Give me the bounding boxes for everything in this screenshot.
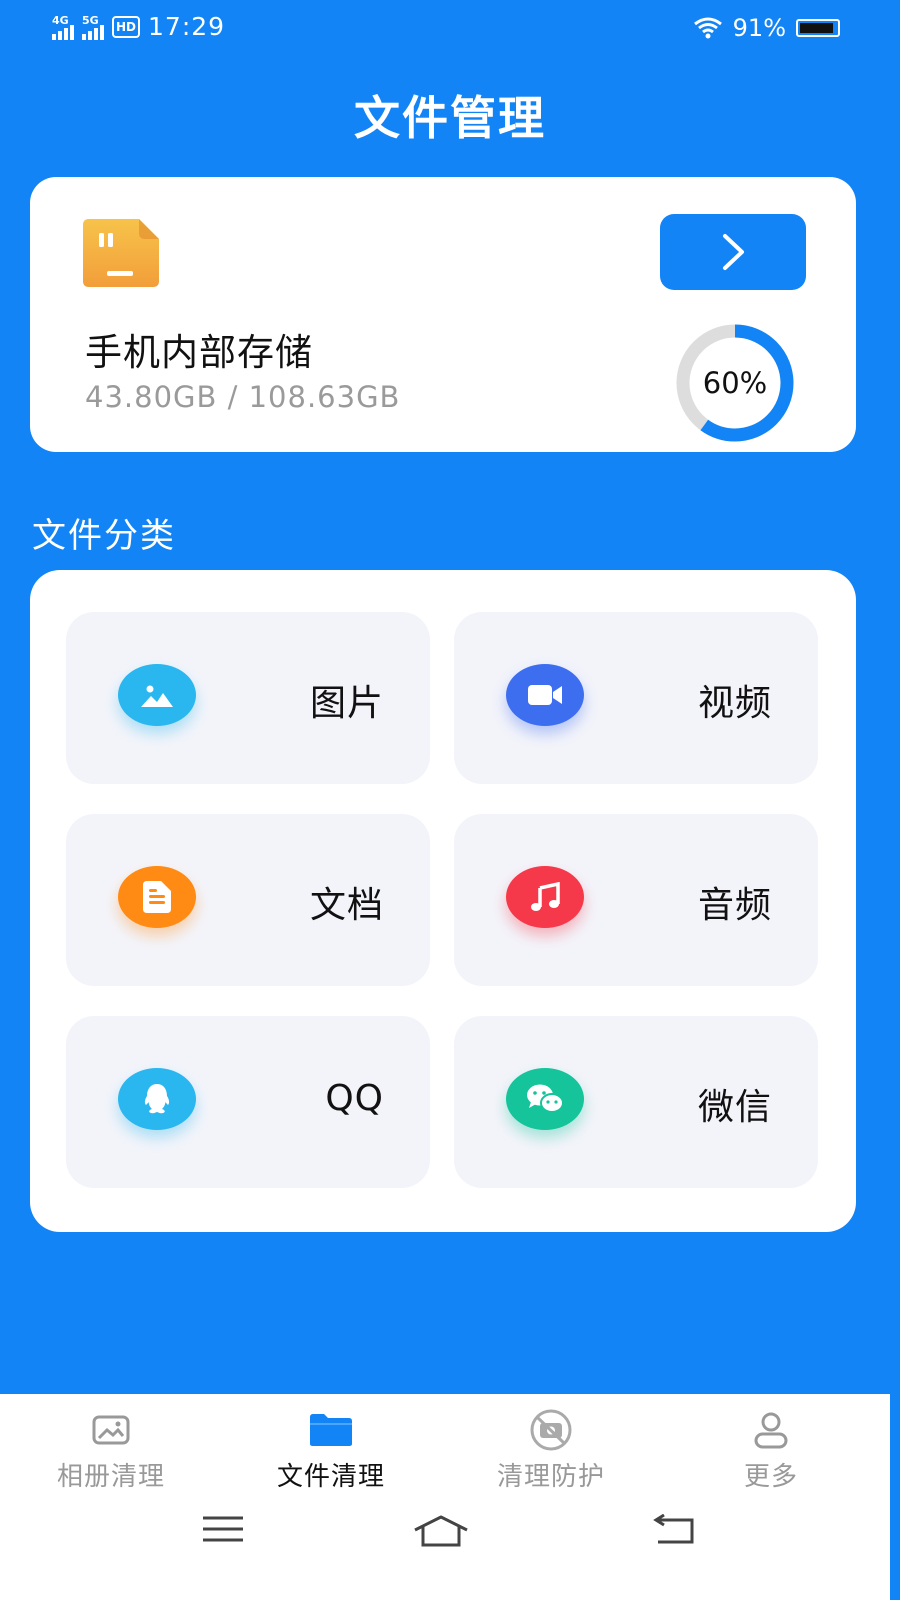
back-icon[interactable] — [650, 1514, 696, 1546]
tab-label: 清理防护 — [496, 1462, 605, 1492]
category-icon-bg — [118, 664, 196, 726]
tab-file-clean[interactable]: 文件清理 — [246, 1408, 416, 1493]
tab-label: 文件清理 — [276, 1462, 385, 1492]
music-icon — [531, 882, 560, 911]
category-label: 视频 — [697, 683, 772, 724]
photo-icon — [92, 1415, 130, 1445]
tab-more[interactable]: 更多 — [686, 1408, 856, 1493]
category-panel: 图片 视频 文档 音频 QQ 微信 — [30, 570, 856, 1232]
category-label: 图片 — [309, 683, 384, 724]
bottom-area: 相册清理 文件清理 清理防护 更多 — [0, 1394, 890, 1600]
tab-album-clean[interactable]: 相册清理 — [26, 1408, 196, 1493]
battery-fill — [800, 23, 833, 33]
status-time: 17:29 — [148, 12, 226, 41]
section-title: 文件分类 — [32, 516, 176, 556]
category-wechat[interactable]: 微信 — [454, 1016, 818, 1188]
wechat-icon — [527, 1084, 564, 1113]
category-icon-bg — [506, 866, 584, 928]
network-label: 4G — [52, 13, 69, 27]
page-title: 文件管理 — [354, 91, 546, 145]
signal-4g-icon: 4G — [52, 14, 74, 40]
category-audio[interactable]: 音频 — [454, 814, 818, 986]
video-icon — [528, 685, 562, 705]
category-documents[interactable]: 文档 — [66, 814, 430, 986]
storage-name: 手机内部存储 — [85, 331, 313, 374]
storage-usage-ring: 60% — [674, 322, 796, 444]
category-label: QQ — [325, 1078, 384, 1119]
battery-icon — [796, 19, 840, 37]
tab-label: 更多 — [743, 1462, 798, 1492]
camera-off-icon — [530, 1409, 572, 1451]
image-icon — [141, 685, 173, 707]
category-icon-bg — [506, 1068, 584, 1130]
storage-size: 43.80GB / 108.63GB — [85, 380, 401, 414]
status-bar: 4G 5G HD 17:29 91% — [0, 0, 900, 56]
category-label: 微信 — [697, 1087, 772, 1128]
hd-badge: HD — [112, 15, 141, 38]
category-qq[interactable]: QQ — [66, 1016, 430, 1188]
tab-clean-protect[interactable]: 清理防护 — [466, 1408, 636, 1493]
category-icon-bg — [118, 866, 196, 928]
chevron-right-icon — [723, 234, 744, 270]
category-icon-bg — [118, 1068, 196, 1130]
network-label: 5G — [82, 13, 99, 27]
home-icon[interactable] — [412, 1514, 470, 1548]
signal-5g-icon: 5G — [82, 14, 104, 40]
category-icon-bg — [506, 664, 584, 726]
folder-icon — [310, 1414, 352, 1446]
status-left: 4G 5G HD 17:29 — [52, 12, 225, 41]
category-label: 文档 — [309, 885, 384, 926]
storage-folder-icon — [83, 219, 159, 287]
storage-card[interactable]: 手机内部存储 43.80GB / 108.63GB 60% — [30, 177, 856, 452]
person-icon — [754, 1412, 788, 1449]
battery-percent: 91% — [732, 14, 786, 42]
wifi-icon — [693, 17, 722, 39]
category-videos[interactable]: 视频 — [454, 612, 818, 784]
qq-icon — [144, 1084, 170, 1114]
document-icon — [143, 881, 171, 913]
category-label: 音频 — [697, 885, 772, 926]
category-images[interactable]: 图片 — [66, 612, 430, 784]
menu-icon[interactable] — [201, 1514, 245, 1544]
tab-label: 相册清理 — [56, 1462, 165, 1492]
status-right: 91% — [693, 14, 840, 42]
usage-percent: 60% — [702, 366, 768, 400]
storage-open-button[interactable] — [660, 214, 806, 290]
